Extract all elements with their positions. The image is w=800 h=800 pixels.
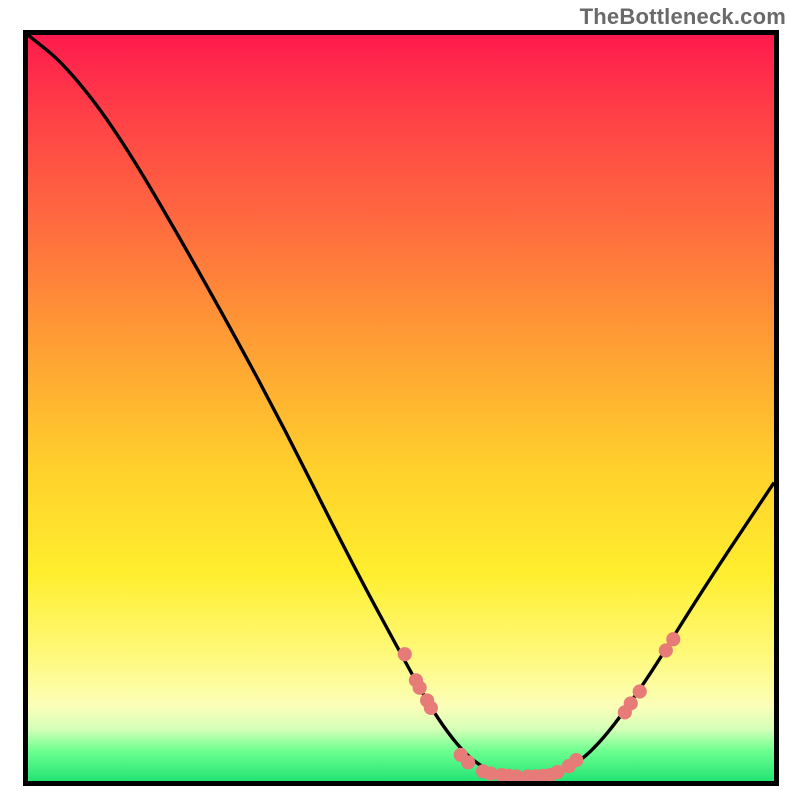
chart-frame (23, 30, 779, 786)
sample-dot (461, 755, 475, 769)
sample-dot (624, 696, 638, 710)
sample-dot (413, 681, 427, 695)
bottleneck-curve (28, 35, 774, 776)
sample-dot (666, 632, 680, 646)
sample-dot (424, 701, 438, 715)
chart-svg (28, 35, 774, 781)
sample-dot (633, 684, 647, 698)
sample-dot (398, 647, 412, 661)
sample-dot (569, 753, 583, 767)
watermark-text: TheBottleneck.com (580, 4, 786, 30)
chart-stage: TheBottleneck.com (0, 0, 800, 800)
